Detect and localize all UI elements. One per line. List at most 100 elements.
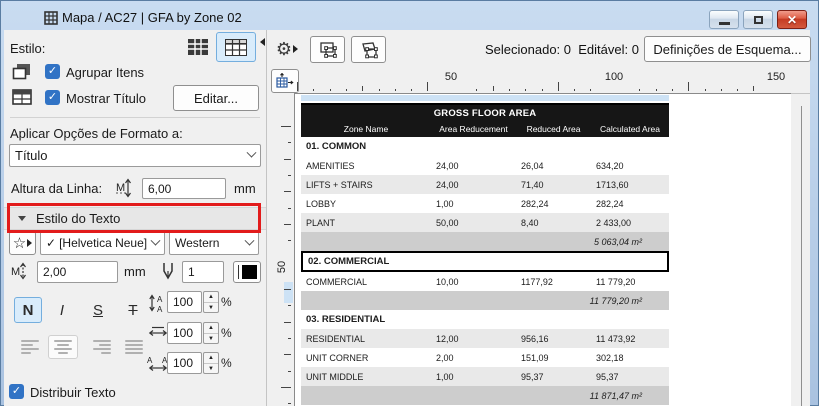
- letter-spacing-stepper[interactable]: ▲ ▼: [203, 352, 219, 374]
- table-cell[interactable]: 282,24: [591, 199, 669, 209]
- table-row[interactable]: UNIT MIDDLE 1,00 95,37 95,37: [301, 367, 669, 386]
- style-table-light-button[interactable]: [216, 32, 256, 62]
- table-cell[interactable]: LOBBY: [301, 199, 431, 209]
- style-table-dense-button[interactable]: [183, 33, 213, 61]
- distribute-text-checkbox[interactable]: ✓: [9, 384, 24, 399]
- step-down-icon: ▼: [208, 366, 214, 372]
- table-cell[interactable]: 1713,60: [591, 180, 669, 190]
- align-justify-icon: [125, 340, 143, 342]
- ruler-label: 50: [444, 71, 458, 83]
- table-cell[interactable]: AMENITIES: [301, 161, 431, 171]
- horizontal-ruler[interactable]: 50 100 150: [297, 68, 792, 93]
- table-row[interactable]: LIFTS + STAIRS 24,00 71,40 1713,60: [301, 175, 669, 194]
- vertical-ruler[interactable]: 50100: [267, 93, 294, 406]
- collapse-panel-arrow[interactable]: [260, 38, 265, 46]
- table-cell[interactable]: 95,37: [516, 372, 591, 382]
- italic-button[interactable]: I: [48, 297, 76, 323]
- table-cell[interactable]: 1177,92: [516, 277, 591, 287]
- ruler-tick: [288, 174, 291, 176]
- table-cell[interactable]: 26,04: [516, 161, 591, 171]
- settings-flyout-button[interactable]: ⚙: [273, 36, 301, 62]
- group-items-checkbox[interactable]: ✓: [45, 64, 60, 79]
- table-cell[interactable]: RESIDENTIAL: [301, 334, 431, 344]
- table-cell[interactable]: 11 779,20: [591, 277, 669, 287]
- text-size-input[interactable]: 2,00: [37, 261, 118, 283]
- minimize-button[interactable]: [709, 10, 739, 29]
- table-cell[interactable]: 1,00: [431, 372, 516, 382]
- row-height-input[interactable]: 6,00: [142, 178, 226, 199]
- divider: [10, 117, 260, 118]
- schedule-table: GROSS FLOOR AREA Zone Name Area Reducemen…: [301, 102, 669, 405]
- table-row[interactable]: COMMERCIAL 10,00 1177,92 11 779,20: [301, 272, 669, 291]
- ruler-tick: [288, 207, 291, 209]
- column-header: Reduced Area: [526, 123, 581, 134]
- svg-text:M: M: [11, 266, 20, 278]
- table-cell[interactable]: 151,09: [516, 353, 591, 363]
- close-button[interactable]: ✕: [777, 10, 807, 29]
- table-cell[interactable]: UNIT CORNER: [301, 353, 431, 363]
- table-cell[interactable]: PLANT: [301, 218, 431, 228]
- align-left-button[interactable]: [16, 335, 46, 359]
- table-cell[interactable]: 302,18: [591, 353, 669, 363]
- table-cell[interactable]: 1,00: [431, 199, 516, 209]
- table-row[interactable]: PLANT 50,00 8,40 2 433,00: [301, 213, 669, 232]
- align-center-button[interactable]: [48, 335, 78, 359]
- bold-button[interactable]: N: [14, 297, 42, 323]
- scheme-settings-button[interactable]: Definições de Esquema...: [644, 36, 811, 62]
- vertical-scrollbar[interactable]: [801, 106, 802, 406]
- ruler-tick: [411, 89, 413, 91]
- table-cell[interactable]: 8,40: [516, 218, 591, 228]
- table-cell[interactable]: 10,00: [431, 277, 516, 287]
- table-cell[interactable]: 2,00: [431, 353, 516, 363]
- show-title-checkbox[interactable]: ✓: [45, 90, 60, 105]
- width-factor-input[interactable]: 100: [167, 322, 202, 344]
- table-column-headers: Zone Name Area Reducement Reduced Area Calc…: [301, 120, 669, 137]
- table-cell[interactable]: UNIT MIDDLE: [301, 372, 431, 382]
- ruler-tick: [284, 191, 291, 193]
- table-cell[interactable]: COMMERCIAL: [301, 277, 431, 287]
- pen-color-button[interactable]: [233, 261, 261, 283]
- maximize-button[interactable]: [743, 10, 773, 29]
- table-cell[interactable]: 12,00: [431, 334, 516, 344]
- edit-title-button[interactable]: Editar...: [173, 85, 259, 111]
- line-spacing-stepper[interactable]: ▲ ▼: [203, 291, 219, 313]
- line-spacing-input[interactable]: 100: [167, 291, 202, 313]
- table-cell[interactable]: 50,00: [431, 218, 516, 228]
- select-similar-tool-button[interactable]: [351, 36, 386, 63]
- align-right-button[interactable]: [86, 335, 116, 359]
- table-cell[interactable]: 24,00: [431, 161, 516, 171]
- width-factor-stepper[interactable]: ▲ ▼: [203, 322, 219, 344]
- table-cell[interactable]: 95,37: [591, 372, 669, 382]
- font-script-select[interactable]: Western: [169, 231, 259, 255]
- group-header[interactable]: 01. COMMON: [301, 137, 669, 156]
- table-cell[interactable]: 24,00: [431, 180, 516, 190]
- ruler-origin-button[interactable]: [271, 69, 299, 93]
- scrollbar-area[interactable]: [791, 93, 810, 406]
- table-row[interactable]: AMENITIES 24,00 26,04 634,20: [301, 156, 669, 175]
- title-bar[interactable]: Mapa / AC27 | GFA by Zone 02: [4, 4, 810, 30]
- table-light-icon: [225, 38, 247, 56]
- apply-format-select[interactable]: Título: [9, 144, 261, 167]
- ruler-tick: [288, 240, 291, 242]
- pen-number-input[interactable]: 1: [182, 261, 224, 283]
- group-header[interactable]: 03. RESIDENTIAL: [301, 310, 669, 329]
- strikethrough-button[interactable]: T: [119, 297, 147, 323]
- table-cell[interactable]: 634,20: [591, 161, 669, 171]
- underline-button[interactable]: S: [84, 297, 112, 323]
- table-row[interactable]: LOBBY 1,00 282,24 282,24: [301, 194, 669, 213]
- table-cell[interactable]: 2 433,00: [591, 218, 669, 228]
- table-cell[interactable]: 11 473,92: [591, 334, 669, 344]
- font-family-select[interactable]: ✓ [Helvetica Neue]: [40, 231, 165, 255]
- table-cell[interactable]: 282,24: [516, 199, 591, 209]
- favorites-button[interactable]: ☆: [9, 231, 36, 255]
- schedule-canvas[interactable]: GROSS FLOOR AREA Zone Name Area Reducemen…: [294, 93, 791, 406]
- table-row[interactable]: RESIDENTIAL 12,00 956,16 11 473,92: [301, 329, 669, 348]
- table-cell[interactable]: 956,16: [516, 334, 591, 344]
- table-cell[interactable]: LIFTS + STAIRS: [301, 180, 431, 190]
- group-header-selected[interactable]: 02. COMMERCIAL: [301, 251, 669, 272]
- ruler-tick: [284, 158, 291, 160]
- select-area-tool-button[interactable]: [310, 36, 345, 63]
- table-row[interactable]: UNIT CORNER 2,00 151,09 302,18: [301, 348, 669, 367]
- table-cell[interactable]: 71,40: [516, 180, 591, 190]
- letter-spacing-input[interactable]: 100: [167, 352, 202, 374]
